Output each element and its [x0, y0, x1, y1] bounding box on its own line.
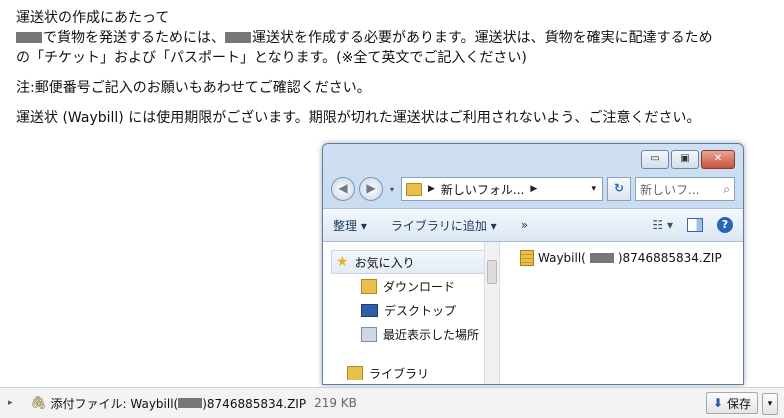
- desktop-icon: [361, 303, 378, 317]
- paperclip-icon: 🖇: [30, 395, 47, 411]
- window-titlebar[interactable]: ▭ ▣ ✕: [323, 144, 743, 174]
- redacted-name: [589, 253, 614, 263]
- email-paragraph-cont: の「チケット」および「パスポート」となります。(※全て英文でご記入ください): [16, 50, 527, 66]
- email-heading: 運送状の作成にあたって: [16, 10, 170, 26]
- nav-item-downloads[interactable]: ダウンロード: [361, 275, 455, 297]
- recent-pages-dropdown[interactable]: ▾: [387, 185, 397, 194]
- file-list: Waybill()8746885834.ZIP: [500, 242, 743, 384]
- nav-item-libraries[interactable]: ライブラリ: [347, 366, 429, 380]
- nav-item-label: お気に入り: [354, 255, 415, 270]
- explorer-window: ▭ ▣ ✕ ◀ ▶ ▾ ▶ 新しいフォル... ▶ ▾ ↻ 新しいフ... ⌕ …: [322, 143, 744, 385]
- close-button[interactable]: ✕: [701, 150, 735, 169]
- nav-item-desktop[interactable]: デスクトップ: [361, 299, 456, 321]
- download-arrow-icon: ⬇: [712, 396, 724, 410]
- back-button[interactable]: ◀: [331, 177, 355, 201]
- command-bar: 整理 ▾ ライブラリに追加 ▾ » ☷ ▾ ?: [323, 208, 743, 242]
- add-to-library-button[interactable]: ライブラリに追加 ▾: [391, 217, 497, 234]
- email-body: 運送状の作成にあたって で貨物を発送するためには、 運送状を作成する必要があります…: [16, 8, 776, 128]
- email-paragraph: で貨物を発送するためには、 運送状を作成する必要があります。運送状は、貨物を確実に…: [16, 28, 776, 48]
- nav-item-label: デスクトップ: [384, 303, 457, 318]
- address-path[interactable]: 新しいフォル...: [441, 181, 524, 198]
- attachment-bar: ▸ 🖇 添付ファイル: Waybill()8746885834.ZIP 219 …: [0, 387, 784, 418]
- navigation-pane: ★ お気に入り ダウンロード デスクトップ 最近表示した場所 ライブラリ: [323, 242, 500, 384]
- nav-item-label: 最近表示した場所: [383, 327, 480, 342]
- nav-item-label: ライブラリ: [369, 366, 430, 381]
- address-row: ◀ ▶ ▾ ▶ 新しいフォル... ▶ ▾ ↻ 新しいフ... ⌕: [331, 176, 735, 202]
- help-icon[interactable]: ?: [717, 217, 733, 233]
- nav-item-label: ダウンロード: [383, 279, 456, 294]
- save-label: 保存: [727, 396, 752, 411]
- maximize-button[interactable]: ▣: [671, 150, 699, 169]
- attachment-name[interactable]: 添付ファイル: Waybill()8746885834.ZIP: [51, 395, 307, 412]
- search-placeholder: 新しいフ...: [640, 182, 700, 197]
- attachment-toggle-icon[interactable]: ▸: [8, 398, 13, 408]
- search-input[interactable]: 新しいフ... ⌕: [635, 177, 735, 201]
- save-dropdown-button[interactable]: ▾: [762, 393, 778, 415]
- organize-button[interactable]: 整理 ▾: [333, 217, 367, 234]
- attachment-size: 219 KB: [314, 396, 357, 410]
- refresh-button[interactable]: ↻: [607, 177, 631, 201]
- redacted-company: [16, 32, 42, 43]
- forward-button[interactable]: ▶: [359, 177, 383, 201]
- nav-pane-scrollbar[interactable]: [484, 242, 499, 384]
- address-dropdown-icon[interactable]: ▾: [591, 184, 596, 194]
- zip-file-icon: [520, 250, 534, 266]
- scrollbar-thumb[interactable]: [487, 260, 497, 284]
- libraries-icon: [347, 366, 363, 380]
- breadcrumb-arrow-icon[interactable]: ▶: [428, 184, 435, 194]
- preview-pane-icon[interactable]: [687, 218, 703, 232]
- save-button[interactable]: ⬇ 保存: [706, 392, 758, 414]
- more-commands-button[interactable]: »: [521, 218, 528, 232]
- recent-places-icon: [361, 326, 377, 342]
- redacted-company: [225, 32, 251, 43]
- view-options-icon[interactable]: ☷ ▾: [652, 218, 673, 232]
- nav-item-favorites[interactable]: ★ お気に入り: [331, 250, 485, 274]
- minimize-button[interactable]: ▭: [641, 150, 669, 169]
- email-warning: 運送状 (Waybill) には使用期限がございます。期限が切れた運送状はご利用…: [16, 110, 701, 126]
- star-icon: ★: [336, 254, 349, 270]
- address-bar[interactable]: ▶ 新しいフォル... ▶ ▾: [401, 177, 603, 201]
- folder-icon: [406, 182, 422, 196]
- search-icon: ⌕: [723, 181, 730, 196]
- email-note: 注:郵便番号ご記入のお願いもあわせてご確認ください。: [16, 80, 371, 96]
- breadcrumb-arrow-icon[interactable]: ▶: [530, 184, 537, 194]
- file-item-waybill-zip[interactable]: Waybill()8746885834.ZIP: [520, 250, 722, 266]
- redacted-name: [178, 397, 203, 408]
- downloads-icon: [361, 278, 377, 294]
- nav-item-recent[interactable]: 最近表示した場所: [361, 323, 479, 345]
